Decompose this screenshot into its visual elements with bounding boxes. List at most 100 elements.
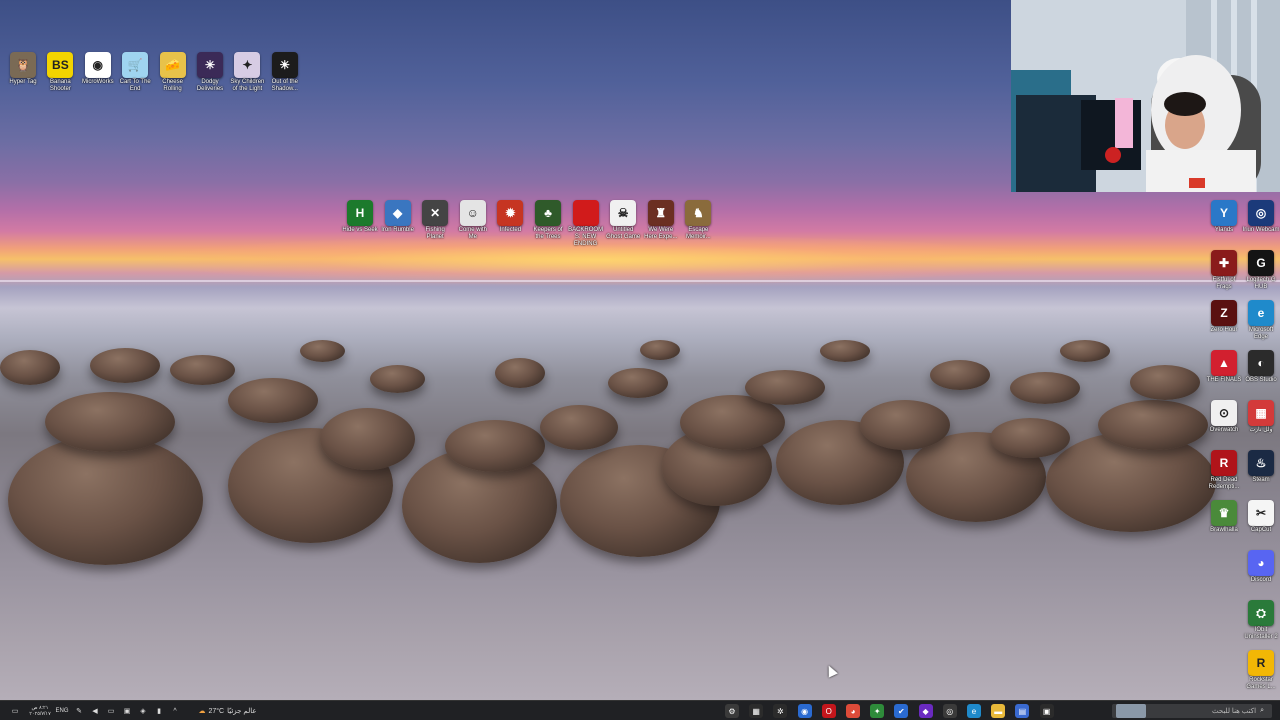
desktop-shortcut[interactable]: ✦ Sky Children of the Light <box>228 52 266 93</box>
green-app-icon[interactable]: ✦ <box>870 704 885 718</box>
blue-app-icon[interactable]: ◉ <box>797 704 812 718</box>
desktop-shortcut[interactable]: ◎ Iriun Webcam <box>1242 200 1280 234</box>
come-with-me-icon: ☺ <box>459 200 486 226</box>
desktop-shortcut[interactable]: ☠ Untitled Ghost Game <box>604 200 642 241</box>
search-icon: ⌕ <box>1260 707 1264 714</box>
weather-temp: 27°C <box>208 707 225 715</box>
desktop-shortcut[interactable]: ✕ Fishing Planet <box>416 200 454 241</box>
shortcut-label: BACKROOMS: NEW ENDING <box>568 227 604 247</box>
check-icon[interactable]: ✔ <box>894 704 909 718</box>
chrome-icon[interactable]: ◕ <box>846 704 860 718</box>
shortcut-label: Hide vs Seek <box>342 227 378 233</box>
desktop-shortcut[interactable]: ◕ Discord <box>1242 550 1280 584</box>
language-indicator[interactable]: ENG <box>54 704 70 718</box>
we-were-here-icon: ♜ <box>647 200 674 226</box>
desktop-shortcut[interactable]: ✳ Dodgy Deliveries <box>191 52 229 93</box>
desktop-shortcut[interactable]: ▲ THE FINALS <box>1205 350 1243 384</box>
clock[interactable]: ٨:٢١ ص ٢٠٢٥/٧/١٧ <box>26 704 54 718</box>
desktop-shortcut[interactable]: ♨ Steam <box>1242 450 1280 484</box>
desktop-shortcut[interactable]: 🧀 Cheese Rolling <box>154 52 192 93</box>
tray-app-icon[interactable]: ▣ <box>122 704 132 718</box>
boulder <box>90 348 160 383</box>
brawlhalla-icon: ♛ <box>1211 500 1237 526</box>
settings-icon[interactable]: ⚙ <box>725 704 739 718</box>
gear-icon[interactable]: ✲ <box>773 704 788 718</box>
desktop-shortcut[interactable]: ☀ Out of the Shadow... <box>266 52 304 93</box>
taskbar: ▭ ٨:٢١ ص ٢٠٢٥/٧/١٧ ENG ✎ ◀ ▭ ▣ ◈ ▮ ^ ☁ 2… <box>0 700 1280 720</box>
desktop-shortcut[interactable]: ♞ Escape Memoir... <box>679 200 717 241</box>
microworks-icon: ◉ <box>84 52 111 78</box>
weather-widget[interactable]: ☁ 27°C عالم جزئيًا <box>195 704 260 718</box>
network-icon[interactable]: ▭ <box>106 704 116 718</box>
cart-icon: 🛒 <box>122 52 149 78</box>
desktop-shortcut[interactable]: ✹ Infected <box>491 200 529 234</box>
shortcut-label: Dodgy Deliveries <box>196 79 224 92</box>
chat-icon[interactable]: ◎ <box>942 704 957 718</box>
ghost-game-icon: ☠ <box>610 200 637 226</box>
grid-icon[interactable]: ▦ <box>749 704 764 718</box>
store-icon[interactable]: ▤ <box>1015 704 1030 718</box>
desktop-shortcut[interactable]: Y Ylands <box>1205 200 1243 234</box>
purple-app-icon[interactable]: ◆ <box>918 704 933 718</box>
overwatch-icon: ⊙ <box>1211 400 1237 426</box>
shortcut-label: Banana Shooter <box>49 79 71 92</box>
shortcut-label: Come with Me <box>458 227 487 240</box>
shortcut-label: Discord <box>1250 577 1272 583</box>
desktop-shortcut[interactable]: ♜ We Were Here Expe... <box>642 200 680 241</box>
tray-app-icon[interactable]: ◈ <box>138 704 148 718</box>
shortcut-label: Red Dead Redempti... <box>1208 477 1240 490</box>
red-dead-icon: R <box>1211 450 1237 476</box>
microphone-icon[interactable]: ▮ <box>154 704 164 718</box>
desktop-shortcut[interactable]: R Red Dead Redempti... <box>1205 450 1243 491</box>
desktop-shortcut[interactable]: ✚ Fistful of Frags <box>1205 250 1243 291</box>
task-view-icon[interactable]: ▣ <box>1039 704 1054 718</box>
desktop-shortcut[interactable]: ⊙ Overwatch <box>1205 400 1243 434</box>
desktop-shortcut[interactable]: ☺ Come with Me <box>454 200 492 241</box>
boulder <box>1130 365 1200 400</box>
desktop-shortcut[interactable]: H Hide vs Seek <box>341 200 379 234</box>
desktop-shortcut[interactable]: 🦉 Hyper Tag <box>4 52 42 86</box>
edge-icon[interactable]: e <box>967 704 981 718</box>
desktop-shortcut[interactable]: G Logitech G HUB <box>1242 250 1280 291</box>
pen-icon[interactable]: ✎ <box>74 704 84 718</box>
shortcut-label: Escape Memoir... <box>686 227 711 240</box>
shortcut-label: Untitled Ghost Game <box>606 227 641 240</box>
desktop-shortcut[interactable]: ♛ Brawlhalla <box>1205 500 1243 534</box>
chevron-up-icon[interactable]: ^ <box>170 704 180 718</box>
notification-icon[interactable]: ▭ <box>8 704 22 718</box>
zero-hour-icon: Z <box>1211 300 1237 326</box>
logitech-icon: G <box>1248 250 1274 276</box>
desktop-shortcut[interactable]: BACKROOMS: NEW ENDING <box>567 200 605 248</box>
grid-app-icon: ▦ <box>1248 400 1274 426</box>
speaker-icon[interactable]: ◀ <box>90 704 100 718</box>
desktop-shortcut[interactable]: ✂ CapCut <box>1242 500 1280 534</box>
shortcut-label: Keepers of the Trees <box>533 227 563 240</box>
boulder <box>1060 340 1110 362</box>
rockstar-icon: R <box>1248 650 1274 676</box>
shortcut-label: MicroWorks <box>82 79 114 85</box>
folder-icon[interactable]: ▬ <box>991 704 1006 718</box>
search-highlight-image <box>1116 704 1146 718</box>
desktop-shortcut[interactable]: ♣ Keepers of the Trees <box>529 200 567 241</box>
desktop-shortcut[interactable]: BS Banana Shooter <box>41 52 79 93</box>
shortcut-label: Cheese Rolling <box>162 79 183 92</box>
desktop-shortcut[interactable]: e Microsoft Edge <box>1242 300 1280 341</box>
desktop-shortcut[interactable]: ◉ MicroWorks <box>79 52 117 86</box>
capcut-icon: ✂ <box>1248 500 1274 526</box>
desktop-shortcut[interactable]: ⛭ IObit Uninstaller 2 <box>1242 600 1280 641</box>
boulder <box>445 420 545 472</box>
desktop-shortcut[interactable]: ▦ ولل نارت <box>1242 400 1280 434</box>
boulder <box>370 365 425 393</box>
weather-label: عالم جزئيًا <box>227 708 257 715</box>
boulder <box>300 340 345 362</box>
desktop-shortcut[interactable]: Z Zero Hour <box>1205 300 1243 334</box>
shortcut-label: Iriun Webcam <box>1242 227 1280 233</box>
desktop-shortcut[interactable]: ◐ OBS Studio <box>1242 350 1280 384</box>
clock-date: ٢٠٢٥/٧/١٧ <box>29 711 51 717</box>
desktop-shortcut[interactable]: 🛒 Cart To The End <box>116 52 154 93</box>
desktop-shortcut[interactable]: R Rockstar Games L... <box>1242 650 1280 691</box>
frags-icon: ✚ <box>1211 250 1237 276</box>
desktop-shortcut[interactable]: ◆ Iron Rumble <box>379 200 417 234</box>
opera-icon[interactable]: O <box>821 704 836 718</box>
sky-icon: ✦ <box>234 52 261 78</box>
